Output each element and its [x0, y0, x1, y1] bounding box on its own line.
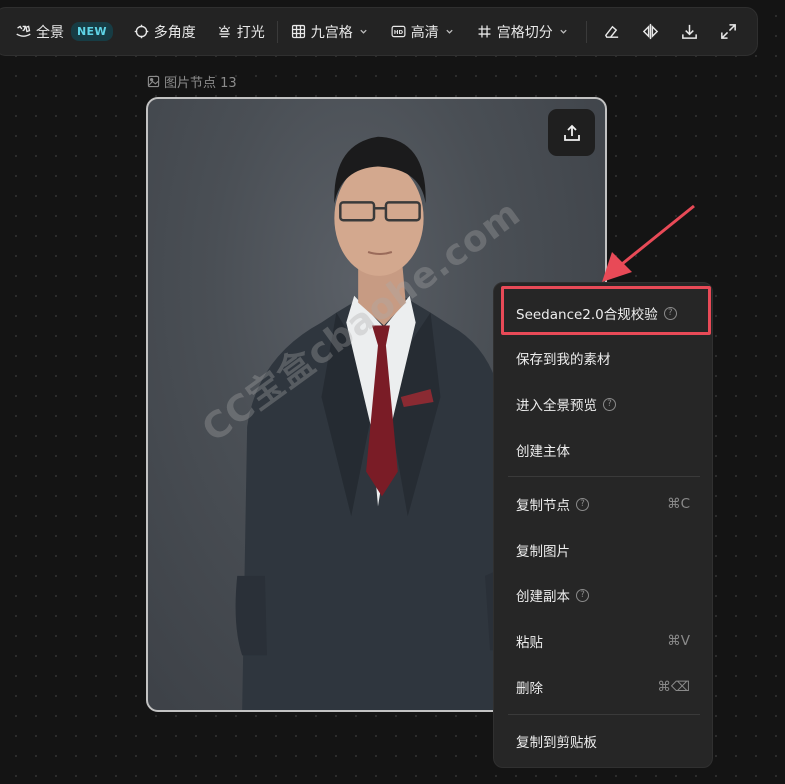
- menu-item-label: 创建副本: [516, 589, 570, 605]
- nine-grid-label: 九宫格: [310, 24, 353, 41]
- toolbar-divider: [585, 20, 587, 43]
- context-menu: Seedance2.0合规校验 ? 保存到我的素材 进入全景预览 ? 创建主体 …: [493, 282, 713, 768]
- panorama-button[interactable]: 全景 NEW: [11, 16, 117, 48]
- menu-item-label: 粘贴: [516, 635, 543, 651]
- new-badge: NEW: [71, 22, 113, 41]
- shortcut-label: ⌘V: [667, 633, 690, 649]
- help-icon[interactable]: ?: [663, 306, 677, 320]
- grid-cut-dropdown[interactable]: 宫格切分: [472, 16, 572, 48]
- lighting-button[interactable]: 打光: [212, 16, 269, 48]
- menu-item-label: Seedance2.0合规校验: [516, 307, 658, 323]
- lighting-label: 打光: [236, 24, 265, 41]
- menu-item-create-subject[interactable]: 创建主体: [494, 433, 712, 467]
- download-icon: [682, 24, 698, 39]
- multi-angle-icon: [134, 24, 149, 39]
- multi-angle-button[interactable]: 多角度: [129, 16, 200, 48]
- menu-divider: [508, 476, 700, 477]
- eraser-icon: [605, 25, 619, 38]
- panorama-icon: [16, 25, 31, 37]
- help-icon[interactable]: ?: [576, 588, 589, 602]
- multi-angle-label: 多角度: [153, 24, 196, 41]
- menu-item-copy-image[interactable]: 复制图片: [494, 533, 712, 567]
- menu-item-label: 进入全景预览: [516, 398, 597, 414]
- menu-item-delete[interactable]: 删除 ⌘⌫: [494, 670, 712, 704]
- shortcut-label: ⌘C: [667, 496, 690, 512]
- node-title: 图片节点 13: [147, 72, 237, 91]
- expand-icon: [721, 24, 737, 39]
- download-button[interactable]: [679, 21, 701, 43]
- menu-item-copy-to-clipboard[interactable]: 复制到剪贴板: [494, 724, 712, 758]
- eraser-button[interactable]: [601, 21, 623, 43]
- menu-item-label: 复制图片: [516, 544, 570, 560]
- svg-text:HD: HD: [394, 30, 404, 36]
- top-toolbar: 全景 NEW 多角度 打光 九宫格 HD 高清 宫格切分: [0, 7, 758, 56]
- grid-icon: [291, 24, 305, 39]
- help-icon[interactable]: ?: [603, 397, 616, 411]
- menu-item-label: 删除: [516, 681, 543, 697]
- menu-item-seedance-check[interactable]: Seedance2.0合规校验 ?: [494, 296, 712, 330]
- lighting-icon: [218, 25, 230, 38]
- upload-button[interactable]: [548, 109, 595, 156]
- quality-dropdown[interactable]: HD 高清: [386, 16, 458, 48]
- menu-item-label: 复制到剪贴板: [516, 735, 597, 751]
- flip-button[interactable]: [640, 21, 662, 43]
- chevron-down-icon: [560, 29, 567, 34]
- flip-icon: [643, 23, 659, 40]
- quality-label: 高清: [410, 24, 439, 41]
- shortcut-label: ⌘⌫: [657, 679, 690, 695]
- chevron-down-icon: [446, 29, 453, 34]
- upload-icon: [563, 124, 580, 141]
- menu-item-label: 保存到我的素材: [516, 352, 611, 368]
- menu-item-save-to-assets[interactable]: 保存到我的素材: [494, 341, 712, 375]
- menu-item-panorama-preview[interactable]: 进入全景预览 ?: [494, 387, 712, 421]
- menu-item-paste[interactable]: 粘贴 ⌘V: [494, 624, 712, 658]
- chevron-down-icon: [360, 29, 367, 34]
- image-icon: [147, 75, 160, 87]
- expand-button[interactable]: [718, 21, 740, 43]
- node-label-text: 图片节点 13: [164, 75, 237, 91]
- menu-item-duplicate[interactable]: 创建副本 ?: [494, 578, 712, 612]
- menu-item-copy-node[interactable]: 复制节点 ? ⌘C: [494, 487, 712, 521]
- hd-icon: HD: [391, 25, 406, 38]
- menu-divider: [508, 714, 700, 715]
- help-icon[interactable]: ?: [576, 497, 589, 511]
- hash-icon: [478, 25, 491, 38]
- nine-grid-dropdown[interactable]: 九宫格: [286, 16, 372, 48]
- grid-cut-label: 宫格切分: [496, 24, 553, 41]
- menu-item-label: 创建主体: [516, 444, 570, 460]
- toolbar-divider: [276, 20, 278, 43]
- menu-item-label: 复制节点: [516, 498, 570, 514]
- panorama-label: 全景: [36, 24, 64, 41]
